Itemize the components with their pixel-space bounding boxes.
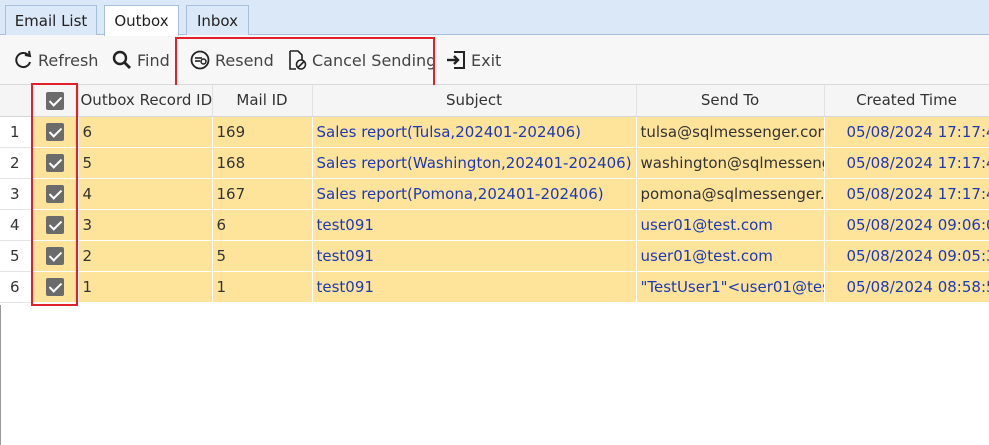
cell-mail-id[interactable]: 5 <box>212 240 313 272</box>
cancel-sending-button[interactable]: Cancel Sending <box>286 47 436 73</box>
refresh-button[interactable]: Refresh <box>12 47 98 73</box>
row-checkbox[interactable] <box>31 147 79 179</box>
select-all-checkbox[interactable] <box>31 85 79 117</box>
cell-created-time[interactable]: 05/08/2024 17:17:4 <box>824 178 989 210</box>
row-number: 1 <box>0 116 32 148</box>
cancel-sending-icon <box>286 49 308 71</box>
cell-created-time[interactable]: 05/08/2024 17:17:4 <box>824 116 989 148</box>
cell-record-id[interactable]: 1 <box>78 271 213 303</box>
column-header-mail-id[interactable]: Mail ID <box>212 85 313 117</box>
table-row[interactable]: 1 6 169 Sales report(Tulsa,202401-202406… <box>0 116 989 148</box>
search-icon <box>111 49 133 71</box>
cell-record-id[interactable]: 5 <box>78 147 213 179</box>
cell-created-time[interactable]: 05/08/2024 08:58:5 <box>824 271 989 303</box>
refresh-label: Refresh <box>38 50 99 70</box>
column-header-outbox-record-id[interactable]: Outbox Record ID <box>78 85 213 117</box>
cell-record-id[interactable]: 4 <box>78 178 213 210</box>
table-row[interactable]: 3 4 167 Sales report(Pomona,202401-20240… <box>0 178 989 210</box>
cell-subject[interactable]: Sales report(Pomona,202401-202406) <box>312 178 637 210</box>
cancel-sending-label: Cancel Sending <box>312 50 437 70</box>
table-row[interactable]: 6 1 1 test091 "TestUser1"<user01@tes 05/… <box>0 271 989 303</box>
row-checkbox[interactable] <box>31 209 79 241</box>
cell-subject[interactable]: Sales report(Washington,202401-202406) <box>312 147 637 179</box>
row-number: 3 <box>0 178 32 210</box>
cell-subject[interactable]: Sales report(Tulsa,202401-202406) <box>312 116 637 148</box>
column-header-subject[interactable]: Subject <box>312 85 637 117</box>
cell-created-time[interactable]: 05/08/2024 09:05:3 <box>824 240 989 272</box>
cell-subject[interactable]: test091 <box>312 271 637 303</box>
tab-label: Inbox <box>196 12 239 30</box>
column-header-created-time[interactable]: Created Time <box>824 85 989 117</box>
cell-mail-id[interactable]: 169 <box>212 116 313 148</box>
resend-button[interactable]: Resend <box>189 47 274 73</box>
tab-strip: Email List Outbox Inbox <box>0 0 989 36</box>
cell-record-id[interactable]: 6 <box>78 116 213 148</box>
checkbox-checked-icon <box>45 215 64 234</box>
row-checkbox[interactable] <box>31 271 79 303</box>
cell-created-time[interactable]: 05/08/2024 09:06:0 <box>824 209 989 241</box>
cell-record-id[interactable]: 3 <box>78 209 213 241</box>
cell-send-to[interactable]: pomona@sqlmessenger. <box>636 178 825 210</box>
checkbox-checked-icon <box>45 184 64 203</box>
cell-mail-id[interactable]: 6 <box>212 209 313 241</box>
row-checkbox[interactable] <box>31 178 79 210</box>
tab-outbox[interactable]: Outbox <box>104 5 179 36</box>
column-header-send-to[interactable]: Send To <box>636 85 825 117</box>
row-number: 5 <box>0 240 32 272</box>
cell-send-to[interactable]: user01@test.com <box>636 209 825 241</box>
cell-created-time[interactable]: 05/08/2024 17:17:4 <box>824 147 989 179</box>
row-number: 2 <box>0 147 32 179</box>
table-row[interactable]: 5 2 5 test091 user01@test.com 05/08/2024… <box>0 240 989 272</box>
refresh-icon <box>12 49 34 71</box>
resend-label: Resend <box>215 50 274 70</box>
table-row[interactable]: 2 5 168 Sales report(Washington,202401-2… <box>0 147 989 179</box>
tab-inbox[interactable]: Inbox <box>186 5 249 36</box>
outbox-grid: Outbox Record ID Mail ID Subject Send To… <box>0 85 989 303</box>
row-number-header <box>0 85 32 117</box>
header-row: Outbox Record ID Mail ID Subject Send To… <box>0 85 989 117</box>
checkbox-checked-icon <box>45 277 64 296</box>
row-number: 6 <box>0 271 32 303</box>
tab-email-list[interactable]: Email List <box>5 5 97 36</box>
exit-label: Exit <box>471 50 502 70</box>
checkbox-checked-icon <box>45 246 64 265</box>
cell-record-id[interactable]: 2 <box>78 240 213 272</box>
checkbox-checked-icon <box>45 153 64 172</box>
find-button[interactable]: Find <box>111 47 170 73</box>
cell-send-to[interactable]: tulsa@sqlmessenger.com <box>636 116 825 148</box>
find-label: Find <box>137 50 170 70</box>
row-checkbox[interactable] <box>31 116 79 148</box>
exit-button[interactable]: Exit <box>445 47 501 73</box>
toolbar: Refresh Find Resend Cancel Sending Exit <box>0 35 989 85</box>
cell-mail-id[interactable]: 167 <box>212 178 313 210</box>
tab-label: Email List <box>14 12 88 30</box>
grid-left-border <box>0 305 1 445</box>
cell-subject[interactable]: test091 <box>312 240 637 272</box>
resend-icon <box>189 49 211 71</box>
exit-icon <box>445 49 467 71</box>
cell-send-to[interactable]: washington@sqlmesseng <box>636 147 825 179</box>
cell-mail-id[interactable]: 168 <box>212 147 313 179</box>
cell-subject[interactable]: test091 <box>312 209 637 241</box>
tab-label: Outbox <box>114 12 169 30</box>
checkbox-checked-icon <box>45 91 64 110</box>
row-number: 4 <box>0 209 32 241</box>
cell-send-to[interactable]: "TestUser1"<user01@tes <box>636 271 825 303</box>
cell-send-to[interactable]: user01@test.com <box>636 240 825 272</box>
cell-mail-id[interactable]: 1 <box>212 271 313 303</box>
checkbox-checked-icon <box>45 122 64 141</box>
row-checkbox[interactable] <box>31 240 79 272</box>
table-row[interactable]: 4 3 6 test091 user01@test.com 05/08/2024… <box>0 209 989 241</box>
